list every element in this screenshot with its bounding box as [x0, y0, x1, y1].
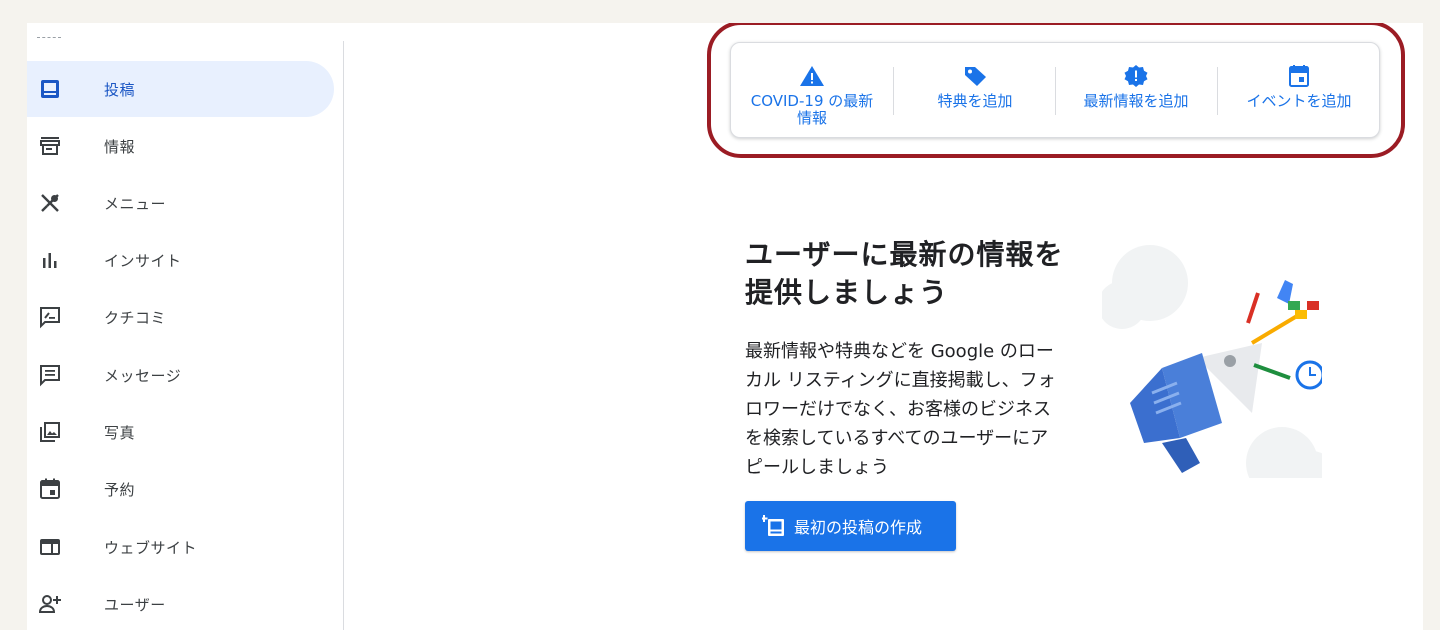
- add-user-icon: [38, 592, 62, 616]
- photo-icon: [38, 420, 62, 444]
- sidebar-item-label: メッセージ: [104, 367, 182, 385]
- sidebar-item-label: ウェブサイト: [104, 539, 198, 557]
- sidebar-item-info[interactable]: 情報: [27, 118, 334, 174]
- sidebar-item-photos[interactable]: 写真: [27, 404, 334, 460]
- action-divider: [1217, 67, 1218, 115]
- sidebar-item-bookings[interactable]: 予約: [27, 461, 334, 517]
- add-post-icon: [760, 514, 786, 538]
- storefront-icon: [38, 134, 62, 158]
- sidebar-item-label: 予約: [104, 481, 136, 499]
- promo-description: 最新情報や特典などを Google のローカル リスティングに直接掲載し、フォロ…: [745, 341, 1056, 478]
- sidebar: 投稿 情報 メニュー インサイト クチコミ メッセージ 写真 予約 ウェブサイト…: [27, 23, 345, 630]
- warning-icon: [799, 65, 825, 87]
- sidebar-item-posts[interactable]: 投稿: [27, 61, 334, 117]
- action-divider: [1055, 67, 1056, 115]
- action-divider: [893, 67, 894, 115]
- post-icon: [38, 77, 62, 101]
- sidebar-item-website[interactable]: ウェブサイト: [27, 519, 334, 575]
- create-first-post-label: 最初の投稿の作成: [794, 518, 923, 537]
- sidebar-item-label: 投稿: [104, 81, 136, 99]
- sidebar-item-label: メニュー: [104, 195, 167, 213]
- review-icon: [38, 305, 62, 329]
- create-first-post-button[interactable]: 最初の投稿の作成: [745, 501, 956, 551]
- sidebar-top-divider: [37, 37, 61, 39]
- promo-headline: ユーザーに最新の情報を提供しましょう: [745, 238, 1064, 309]
- app-window: 投稿 情報 メニュー インサイト クチコミ メッセージ 写真 予約 ウェブサイト…: [27, 23, 1423, 630]
- action-label: 特典を追加: [937, 92, 1013, 110]
- sidebar-item-label: 情報: [104, 138, 136, 156]
- bar-chart-icon: [38, 248, 62, 272]
- sidebar-item-insights[interactable]: インサイト: [27, 232, 334, 288]
- sidebar-item-reviews[interactable]: クチコミ: [27, 289, 334, 345]
- sidebar-item-users[interactable]: ユーザー: [27, 576, 334, 630]
- action-label: イベントを追加: [1246, 92, 1352, 110]
- tag-icon: [962, 65, 988, 87]
- covid-update-button[interactable]: COVID-19 の最新 情報: [739, 43, 885, 139]
- sidebar-item-messages[interactable]: メッセージ: [27, 347, 334, 403]
- utensils-icon: [38, 191, 62, 215]
- sidebar-divider: [343, 41, 344, 630]
- sidebar-item-label: 写真: [104, 424, 136, 442]
- sidebar-item-label: インサイト: [104, 252, 182, 270]
- event-icon: [1286, 65, 1312, 87]
- add-event-button[interactable]: イベントを追加: [1219, 43, 1379, 139]
- alert-badge-icon: [1123, 65, 1149, 87]
- post-type-toolbar: COVID-19 の最新 情報 特典を追加 最新情報を追加 イベントを追加: [730, 42, 1380, 138]
- add-update-button[interactable]: 最新情報を追加: [1057, 43, 1215, 139]
- calendar-icon: [38, 477, 62, 501]
- add-offer-button[interactable]: 特典を追加: [897, 43, 1053, 139]
- sidebar-item-label: クチコミ: [104, 309, 167, 327]
- action-label: COVID-19 の最新 情報: [750, 92, 874, 127]
- action-label: 最新情報を追加: [1083, 92, 1189, 110]
- sidebar-item-label: ユーザー: [104, 596, 166, 614]
- message-icon: [38, 363, 62, 387]
- sidebar-item-menu[interactable]: メニュー: [27, 175, 334, 231]
- megaphone-illustration: [1098, 243, 1334, 499]
- website-icon: [38, 535, 62, 559]
